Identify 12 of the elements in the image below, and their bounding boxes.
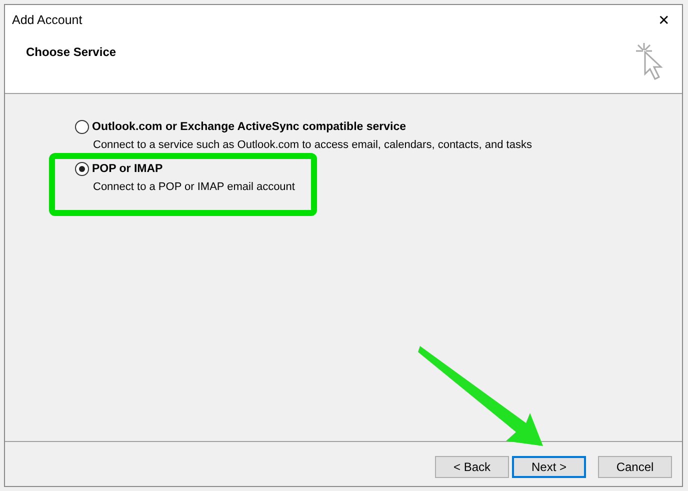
radio-button[interactable] [75, 120, 89, 134]
option-label[interactable]: Outlook.com or Exchange ActiveSync compatible service [92, 121, 406, 133]
option-label[interactable]: POP or IMAP [92, 163, 163, 175]
window-title: Add Account [12, 13, 82, 27]
page-heading: Choose Service [26, 45, 116, 59]
option-description: Connect to a POP or IMAP email account [93, 180, 296, 195]
dialog-button[interactable]: Cancel [598, 456, 672, 478]
dialog-button[interactable]: Next > [512, 456, 586, 478]
radio-button[interactable] [75, 162, 89, 176]
dialog-button[interactable]: < Back [435, 456, 509, 478]
option-description: Connect to a service such as Outlook.com to access email, calendars, contacts, and tasks [93, 138, 533, 153]
close-button[interactable]: ✕ [654, 12, 674, 28]
